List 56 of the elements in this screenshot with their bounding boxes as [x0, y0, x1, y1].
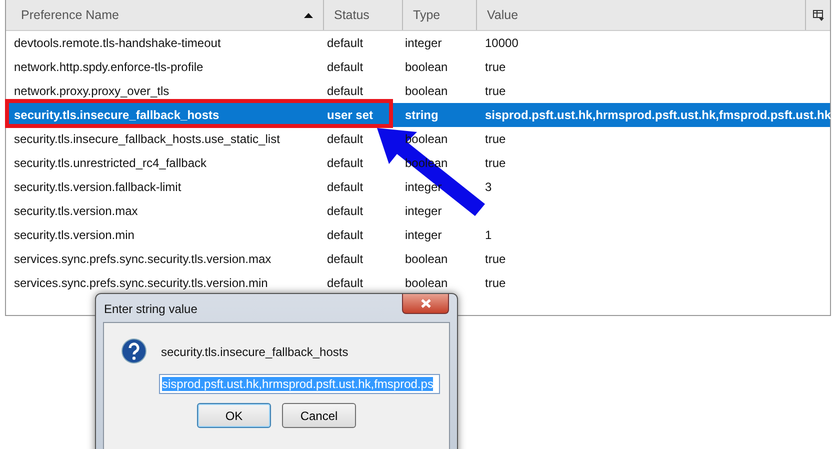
table-cell-text: true — [484, 132, 507, 146]
table-cell-text: true — [484, 252, 507, 266]
table-cell-text: default — [326, 156, 364, 170]
column-header[interactable]: Status — [324, 0, 403, 30]
cancel-button[interactable]: Cancel — [282, 403, 356, 428]
table-cell-text: security.tls.unrestricted_rc4_fallback — [13, 156, 208, 170]
table-cell-text: integer — [404, 228, 443, 242]
preference-row[interactable]: services.sync.prefs.sync.security.tls.version.min default boolean true — [6, 271, 830, 295]
table-cell-text: default — [326, 60, 364, 74]
table-cell-text: integer — [404, 180, 443, 194]
preference-row[interactable]: security.tls.version.max default integer — [6, 199, 830, 223]
table-cell-text: 3 — [484, 180, 493, 194]
table-cell-text: boolean — [404, 60, 449, 74]
table-cell-text: network.http.spdy.enforce-tls-profile — [13, 60, 204, 74]
table-cell-text: string — [404, 108, 440, 122]
table-cell-text: security.tls.version.fallback-limit — [13, 180, 182, 194]
column-header[interactable]: Value — [477, 0, 806, 30]
table-cell-text: default — [326, 204, 364, 218]
table-cell-text: true — [484, 84, 507, 98]
table-cell-text: integer — [404, 204, 443, 218]
table-cell-text: network.proxy.proxy_over_tls — [13, 84, 170, 98]
table-cell-text: security.tls.version.min — [13, 228, 136, 242]
table-cell-text: user set — [326, 108, 374, 122]
table-cell-text: default — [326, 132, 364, 146]
table-cell-text: boolean — [404, 252, 449, 266]
table-cell-text: devtools.remote.tls-handshake-timeout — [13, 36, 222, 50]
table-cell-text: security.tls.version.max — [13, 204, 139, 218]
table-cell-text: security.tls.insecure_fallback_hosts — [13, 108, 220, 122]
table-cell-text: services.sync.prefs.sync.security.tls.version.max — [13, 252, 272, 266]
table-cell-text: true — [484, 276, 507, 290]
table-cell-text: default — [326, 36, 364, 50]
table-cell-text: 1 — [484, 228, 493, 242]
table-cell-text: boolean — [404, 84, 449, 98]
preference-row[interactable]: devtools.remote.tls-handshake-timeout default integer 10000 — [6, 31, 830, 55]
table-cell-text: 10000 — [484, 36, 520, 50]
ok-button[interactable]: OK — [197, 403, 271, 428]
preference-row[interactable]: security.tls.version.min default integer 1 — [6, 223, 830, 247]
table-cell-text: default — [326, 84, 364, 98]
dialog-message: security.tls.insecure_fallback_hosts — [161, 345, 348, 359]
table-cell-text: security.tls.insecure_fallback_hosts.use_static_list — [13, 132, 281, 146]
table-cell-text: true — [484, 60, 507, 74]
column-header[interactable]: Preference Name — [6, 0, 324, 30]
table-cell-text: integer — [404, 36, 443, 50]
table-cell-text: services.sync.prefs.sync.security.tls.version.min — [13, 276, 269, 290]
table-cell-text: default — [326, 228, 364, 242]
preference-row[interactable]: network.http.spdy.enforce-tls-profile default boolean true — [6, 55, 830, 79]
table-cell-text: default — [326, 252, 364, 266]
table-cell-text: default — [326, 276, 364, 290]
table-cell-text: true — [484, 156, 507, 170]
dialog-title: Enter string value — [104, 302, 198, 316]
preference-row[interactable]: network.proxy.proxy_over_tls default boolean true — [6, 79, 830, 103]
table-cell-text: default — [326, 180, 364, 194]
table-cell-text: boolean — [404, 276, 449, 290]
column-header[interactable]: Type — [403, 0, 477, 30]
preference-row[interactable]: services.sync.prefs.sync.security.tls.version.max default boolean true — [6, 247, 830, 271]
preference-row[interactable]: security.tls.version.fallback-limit default integer 3 — [6, 175, 830, 199]
